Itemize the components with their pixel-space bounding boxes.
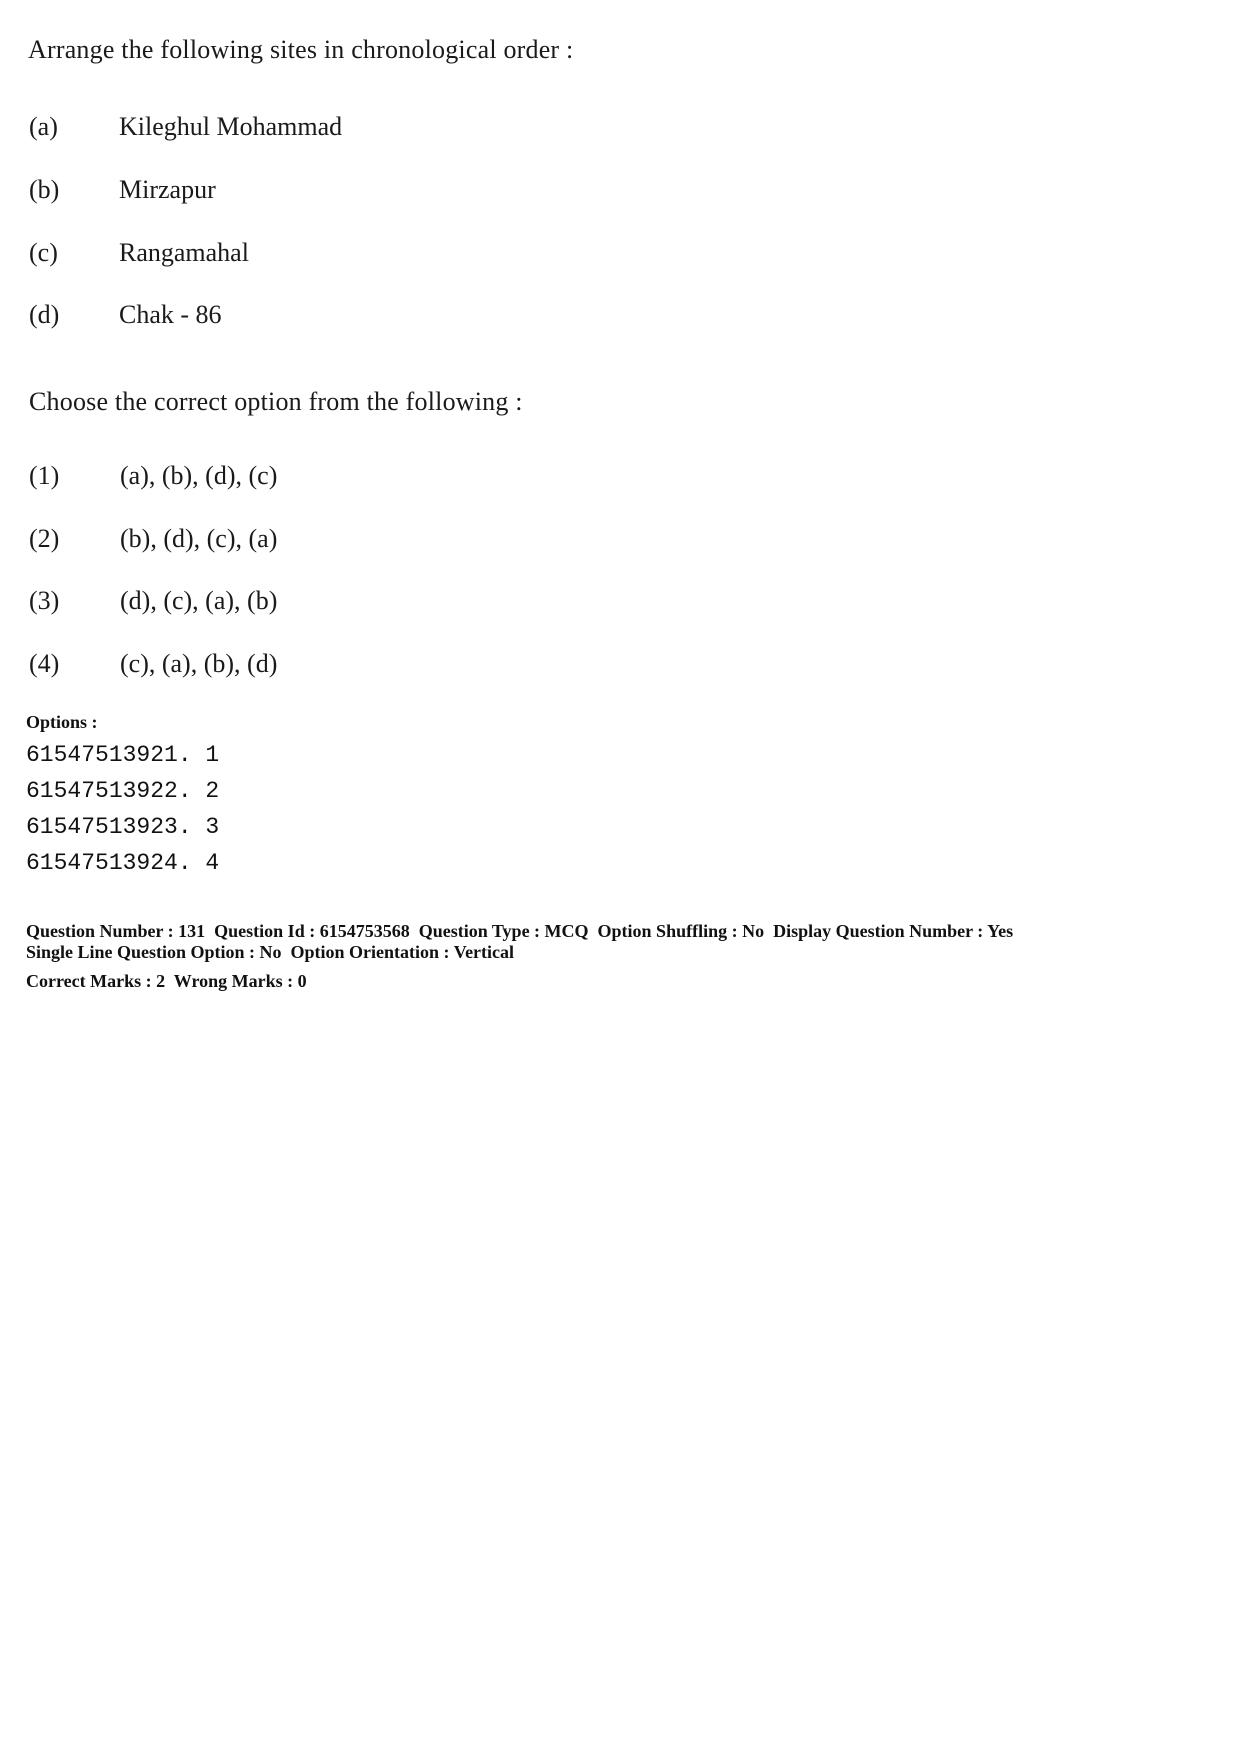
choice-label: (1) <box>29 461 60 490</box>
site-item-text: Chak - 86 <box>119 300 222 329</box>
site-item-label: (a) <box>29 112 58 141</box>
site-item-label: (d) <box>29 300 60 329</box>
option-id-item: 61547513921. 1 <box>26 742 220 768</box>
site-item-text: Rangamahal <box>119 238 249 267</box>
choice-text: (c), (a), (b), (d) <box>120 649 278 678</box>
choice-text: (a), (b), (d), (c) <box>120 461 278 490</box>
site-item-text: Kileghul Mohammad <box>119 112 343 141</box>
metadata-line-marks: Correct Marks : 2 Wrong Marks : 0 <box>26 971 307 991</box>
choice-text: (d), (c), (a), (b) <box>120 586 278 615</box>
option-id-item: 61547513924. 4 <box>26 850 220 876</box>
option-id-item: 61547513922. 2 <box>26 778 220 804</box>
metadata-line-option-info: Single Line Question Option : No Option … <box>26 942 515 962</box>
choice-label: (3) <box>29 586 60 615</box>
metadata-line-question-info: Question Number : 131 Question Id : 6154… <box>26 921 1014 941</box>
choice-label: (4) <box>29 649 60 678</box>
choice-text: (b), (d), (c), (a) <box>120 524 278 553</box>
option-id-item: 61547513923. 3 <box>26 814 220 840</box>
question-prompt: Arrange the following sites in chronolog… <box>28 35 574 64</box>
options-heading: Options : <box>26 712 98 732</box>
site-item-label: (b) <box>29 175 60 204</box>
site-item-label: (c) <box>29 238 58 267</box>
choice-label: (2) <box>29 524 60 553</box>
question-instruction: Choose the correct option from the follo… <box>29 387 523 416</box>
site-item-text: Mirzapur <box>119 175 216 204</box>
